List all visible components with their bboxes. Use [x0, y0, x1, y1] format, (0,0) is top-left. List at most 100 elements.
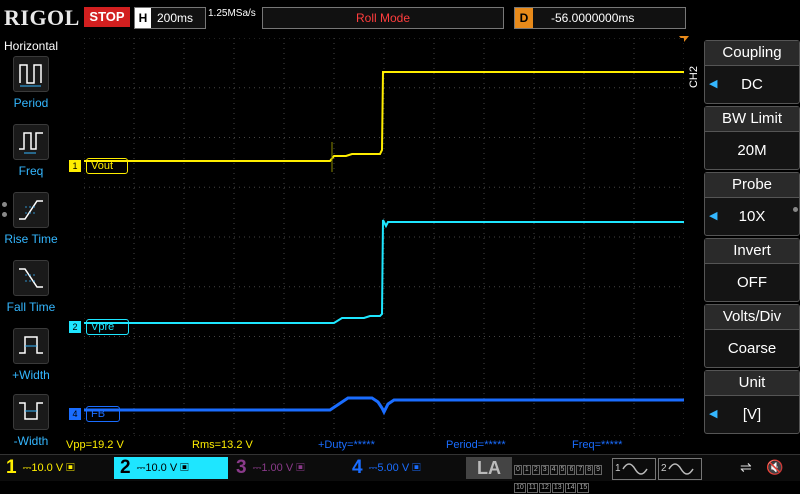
channel-marker-num: 4	[69, 408, 81, 420]
measure-neg-width-label: -Width	[13, 434, 49, 448]
menu-invert[interactable]: Invert OFF	[704, 238, 800, 302]
source2-number: 2	[661, 463, 667, 474]
measure-fall-time-label: Fall Time	[6, 300, 56, 314]
ch3-status[interactable]: 3 ⎓1.00 V ▣	[236, 457, 305, 479]
menu-value: 20M	[737, 142, 767, 159]
la-bit: 11	[526, 483, 539, 493]
active-channel-tag: CH2	[688, 66, 700, 89]
la-bit: 13	[551, 483, 564, 493]
la-bit: 14	[564, 483, 577, 493]
ch1-status[interactable]: 1 ⎓10.0 V ▣	[6, 457, 75, 479]
pos-width-icon	[13, 328, 49, 364]
menu-title: Probe	[705, 173, 799, 198]
delay-value: -56.0000000ms	[551, 11, 635, 25]
measure-pos-width-label: +Width	[12, 368, 50, 382]
la-bit: 0	[514, 465, 522, 475]
period-icon	[13, 56, 49, 92]
source2-waveform[interactable]: 2	[658, 458, 702, 480]
menu-value: OFF	[737, 274, 767, 291]
measure-freq[interactable]: Freq	[0, 124, 62, 178]
measure-pos-width[interactable]: +Width	[0, 328, 62, 382]
channel-marker-vout[interactable]: 1 Vout	[69, 158, 129, 174]
left-arrow-icon: ◀	[709, 210, 718, 222]
menu-title: Invert	[705, 239, 799, 264]
ch2-scale: 10.0 V	[145, 462, 178, 474]
measure-neg-width[interactable]: -Width	[0, 394, 62, 448]
menu-title: Coupling	[705, 41, 799, 66]
measure-period-value: Period=*****	[446, 439, 506, 451]
menu-volts-div[interactable]: Volts/Div Coarse	[704, 304, 800, 368]
measure-period-label: Period	[13, 96, 49, 110]
measure-rise-time[interactable]: Rise Time	[0, 192, 62, 246]
ch2-number: 2	[120, 457, 131, 479]
bandwidth-icon: ▣	[296, 462, 305, 474]
menu-bw-limit[interactable]: BW Limit 20M	[704, 106, 800, 170]
channel-menu-panel: Coupling ◀ DC BW Limit 20M Probe ◀ 10X Inv…	[704, 36, 800, 456]
trigger-mode[interactable]: Roll Mode	[262, 7, 504, 29]
logic-analyzer-button[interactable]: LA	[466, 457, 512, 479]
measure-rms: Rms=13.2 V	[192, 439, 253, 451]
channel-marker-fb[interactable]: 4 FB	[69, 406, 121, 422]
la-bit: 8	[585, 465, 594, 475]
channel-marker-label: Vpre	[91, 321, 115, 333]
la-bit: 15	[577, 483, 590, 493]
page-dot-icon	[2, 212, 7, 217]
source1-waveform[interactable]: 1	[612, 458, 656, 480]
channel-marker-label: Vout	[91, 160, 114, 172]
channel-marker-num: 2	[69, 321, 81, 333]
sample-rate: 1.25MSa/s	[208, 8, 256, 19]
menu-value: DC	[741, 76, 763, 93]
menu-title: BW Limit	[705, 107, 799, 132]
measure-freq-label: Freq	[18, 164, 44, 178]
ch1-scale: 10.0 V	[31, 462, 64, 474]
menu-value: [V]	[742, 406, 762, 423]
channel-marker-label: FB	[91, 408, 106, 420]
speaker-muted-icon[interactable]: 🔇	[766, 459, 783, 476]
ch3-scale: 1.00 V	[261, 462, 294, 474]
menu-probe[interactable]: Probe ◀ 10X	[704, 172, 800, 236]
delay-display[interactable]: D -56.0000000ms	[514, 7, 686, 29]
ch4-status[interactable]: 4 ⎓5.00 V ▣	[352, 457, 421, 479]
waveform-display[interactable]	[84, 38, 684, 436]
usb-icon: ⇌	[740, 459, 752, 475]
measure-vpp: Vpp=19.2 V	[66, 439, 124, 451]
menu-unit[interactable]: Unit ◀ [V]	[704, 370, 800, 434]
neg-width-icon	[13, 394, 49, 430]
menu-title: Volts/Div	[705, 305, 799, 330]
menu-value: Coarse	[727, 340, 777, 357]
ch4-scale: 5.00 V	[377, 462, 410, 474]
ch2-status[interactable]: 2 ⎓10.0 V ▣	[114, 457, 228, 479]
bandwidth-icon: ▣	[412, 462, 421, 474]
menu-value: 10X	[738, 208, 766, 225]
menu-title: Unit	[705, 371, 799, 396]
la-bit: 9	[594, 465, 603, 475]
run-stop-status[interactable]: STOP	[84, 7, 130, 27]
timebase-display[interactable]: H 200ms	[134, 7, 206, 29]
rise-time-icon	[13, 192, 49, 228]
la-bit: 3	[540, 465, 549, 475]
left-arrow-icon: ◀	[709, 408, 718, 420]
la-bit: 1	[522, 465, 531, 475]
timebase-letter: H	[135, 8, 151, 28]
ch4-number: 4	[352, 457, 363, 479]
channel-status-bar: 1 ⎓10.0 V ▣ 2 ⎓10.0 V ▣ 3 ⎓1.00 V ▣ 4 ⎓5.00 …	[0, 454, 800, 493]
bandwidth-icon: ▣	[66, 462, 75, 474]
measure-duty: +Duty=*****	[318, 439, 375, 451]
la-bit: 6	[567, 465, 576, 475]
measure-period[interactable]: Period	[0, 56, 62, 110]
la-bit: 12	[539, 483, 551, 493]
measure-fall-time[interactable]: Fall Time	[0, 260, 62, 314]
la-bit: 7	[576, 465, 585, 475]
channel-marker-vpre[interactable]: 2 Vpre	[69, 319, 130, 335]
menu-coupling[interactable]: Coupling ◀ DC	[704, 40, 800, 104]
logic-channel-bits: 0 1 2 3 4 5 6 7 8 910 11 12 13 14 15	[514, 458, 610, 493]
top-status-bar: RIGOL STOP H 200ms 1.25MSa/s Roll Mode D -…	[0, 0, 800, 42]
timebase-value: 200ms	[157, 11, 194, 25]
left-arrow-icon: ◀	[709, 78, 718, 90]
freq-icon	[13, 124, 49, 160]
la-bit: 10	[514, 483, 526, 493]
page-dot-icon	[793, 207, 798, 212]
ch3-number: 3	[236, 457, 247, 479]
bandwidth-icon: ▣	[180, 462, 189, 474]
delay-letter: D	[515, 8, 533, 28]
